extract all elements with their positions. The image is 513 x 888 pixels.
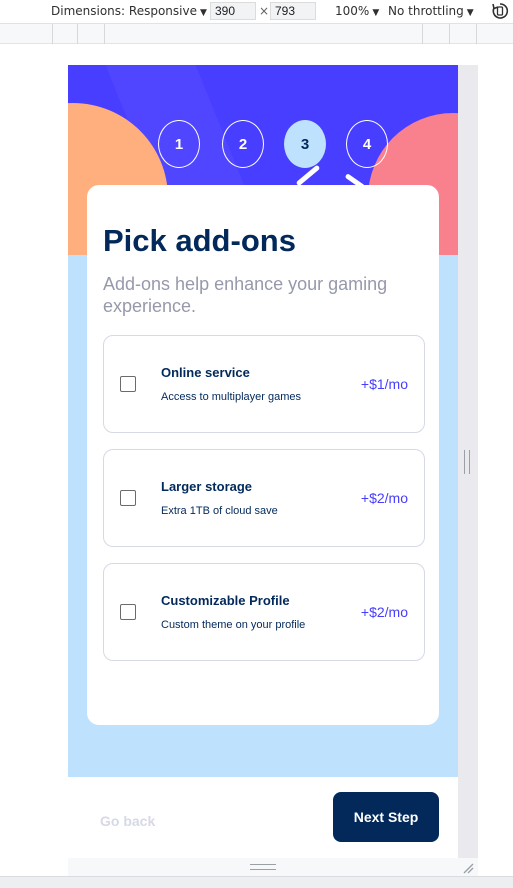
- addon-name: Online service: [161, 365, 250, 380]
- bottom-resize-handle[interactable]: [68, 858, 478, 876]
- caret-down-icon: ▼: [466, 8, 474, 18]
- step-indicator: 1 2 3 4: [158, 120, 388, 168]
- addon-description: Custom theme on your profile: [161, 619, 306, 631]
- grip-icon: [464, 450, 470, 474]
- rotate-icon[interactable]: [491, 2, 509, 20]
- go-back-link[interactable]: Go back: [100, 813, 155, 829]
- dimensions-label: Dimensions: Responsive: [51, 4, 197, 18]
- step-4: 4: [346, 120, 388, 168]
- step-1: 1: [158, 120, 200, 168]
- throttle-label: No throttling: [388, 4, 464, 18]
- page-title: Pick add-ons: [103, 223, 296, 258]
- emulated-viewport: 1 2 3 4 Pick add-ons Add-ons help enhanc…: [68, 65, 458, 858]
- addon-price: +$2/mo: [360, 604, 408, 620]
- devtools-bottom-ruler: [0, 876, 513, 888]
- viewport-height-input[interactable]: [270, 2, 316, 20]
- form-card: Pick add-ons Add-ons help enhance your g…: [87, 185, 439, 725]
- caret-down-icon: ▼: [372, 8, 380, 18]
- addon-online-service[interactable]: Online service Access to multiplayer gam…: [103, 335, 425, 433]
- devtools-device-toolbar: Dimensions: Responsive▼ × 100%▼ No throt…: [0, 0, 513, 24]
- addon-larger-storage[interactable]: Larger storage Extra 1TB of cloud save +…: [103, 449, 425, 547]
- dimensions-dropdown[interactable]: Dimensions: Responsive ▼: [51, 4, 207, 18]
- step-2: 2: [222, 120, 264, 168]
- zoom-dropdown[interactable]: 100% ▼: [335, 4, 379, 18]
- corner-resize-icon[interactable]: [462, 862, 474, 874]
- step-3-active: 3: [284, 120, 326, 168]
- media-query-ruler: [0, 24, 513, 44]
- form-footer: Go back Next Step: [68, 777, 458, 858]
- addon-checkbox[interactable]: [120, 490, 136, 506]
- throttle-dropdown[interactable]: No throttling ▼: [388, 4, 474, 18]
- addon-name: Larger storage: [161, 479, 253, 494]
- caret-down-icon: ▼: [199, 8, 207, 18]
- addon-name: Customizable Profile: [161, 593, 290, 608]
- next-step-button[interactable]: Next Step: [333, 792, 439, 842]
- addon-description: Access to multiplayer games: [161, 391, 301, 403]
- addon-customizable-profile[interactable]: Customizable Profile Custom theme on you…: [103, 563, 425, 661]
- addon-checkbox[interactable]: [120, 376, 136, 392]
- addon-checkbox[interactable]: [120, 604, 136, 620]
- viewport-width-input[interactable]: [210, 2, 256, 20]
- addon-price: +$1/mo: [360, 376, 408, 392]
- grip-icon: [250, 864, 276, 870]
- page-subtitle: Add-ons help enhance your gaming experie…: [103, 274, 388, 316]
- zoom-label: 100%: [335, 4, 370, 18]
- dimension-separator: ×: [259, 4, 270, 18]
- right-resize-handle[interactable]: [458, 65, 478, 858]
- addon-description: Extra 1TB of cloud save: [161, 505, 278, 517]
- addon-price: +$2/mo: [360, 490, 408, 506]
